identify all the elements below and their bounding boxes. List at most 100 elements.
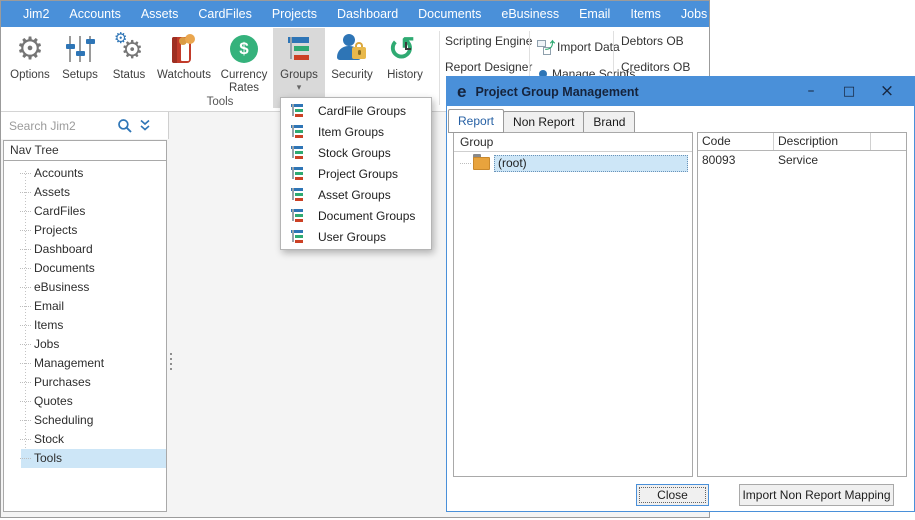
search-bar <box>1 112 169 139</box>
menu-jobs[interactable]: Jobs <box>671 1 717 27</box>
project-group-management-dialog: e Project Group Management – □ × Report … <box>446 76 915 512</box>
menu-ebusiness[interactable]: eBusiness <box>491 1 569 27</box>
clock-undo-icon: ↺ <box>388 29 416 68</box>
watchouts-button[interactable]: Watchouts <box>153 28 215 96</box>
group-panel-header: Group <box>454 133 692 152</box>
nav-item-projects[interactable]: Projects <box>20 221 166 240</box>
column-header-empty <box>871 133 906 150</box>
security-button[interactable]: Security <box>325 28 379 96</box>
menu-documents[interactable]: Documents <box>408 1 491 27</box>
cell-code: 80093 <box>702 153 736 167</box>
tree-icon <box>290 229 305 244</box>
nav-item-quotes[interactable]: Quotes <box>20 392 166 411</box>
nav-tree-list: Accounts Assets CardFiles Projects Dashb… <box>4 161 166 468</box>
report-designer-link[interactable]: Report Designer <box>445 60 532 74</box>
nav-item-tools[interactable]: Tools <box>20 449 166 468</box>
import-pages-icon: ⤴ <box>537 39 555 55</box>
close-window-button[interactable]: × <box>868 77 906 106</box>
nav-tree-header: Nav Tree <box>4 141 166 161</box>
chevron-down-icon: ▾ <box>296 83 302 93</box>
setups-button[interactable]: Setups <box>55 28 105 96</box>
dialog-title: Project Group Management <box>475 84 639 99</box>
folder-icon <box>473 154 490 170</box>
tree-icon <box>290 208 305 223</box>
root-tree-item[interactable]: (root) <box>494 155 688 172</box>
menu-item-stock-groups[interactable]: Stock Groups <box>281 142 431 163</box>
nav-item-ebusiness[interactable]: eBusiness <box>20 278 166 297</box>
menu-item-asset-groups[interactable]: Asset Groups <box>281 184 431 205</box>
nav-item-dashboard[interactable]: Dashboard <box>20 240 166 259</box>
minimize-button[interactable]: – <box>792 77 830 106</box>
tree-row-root[interactable]: (root) <box>454 154 692 172</box>
nav-tree-panel: Nav Tree Accounts Assets CardFiles Proje… <box>3 140 167 512</box>
maximize-button[interactable]: □ <box>830 77 868 106</box>
menu-item-item-groups[interactable]: Item Groups <box>281 121 431 142</box>
nav-item-management[interactable]: Management <box>20 354 166 373</box>
menu-dashboard[interactable]: Dashboard <box>327 1 408 27</box>
nav-item-stock[interactable]: Stock <box>20 430 166 449</box>
currency-rates-button[interactable]: $ Currency Rates <box>215 28 273 96</box>
tree-icon <box>290 166 305 181</box>
nav-item-purchases[interactable]: Purchases <box>20 373 166 392</box>
nav-item-documents[interactable]: Documents <box>20 259 166 278</box>
search-icon[interactable] <box>117 118 133 134</box>
tree-connector <box>460 163 471 164</box>
double-gear-icon: ⚙ ⚙ <box>114 29 144 64</box>
close-button[interactable]: Close <box>636 484 709 506</box>
tree-icon <box>290 145 305 160</box>
scripting-engine-link[interactable]: Scripting Engine <box>445 34 532 48</box>
nav-item-assets[interactable]: Assets <box>20 183 166 202</box>
menu-cardfiles[interactable]: CardFiles <box>188 1 262 27</box>
sliders-icon <box>65 31 95 67</box>
book-icon <box>168 31 200 67</box>
search-input[interactable] <box>9 118 113 133</box>
splitter-handle[interactable] <box>170 353 172 370</box>
groups-dropdown-menu: CardFile Groups Item Groups Stock Groups… <box>280 97 432 250</box>
nav-item-jobs[interactable]: Jobs <box>20 335 166 354</box>
menu-email[interactable]: Email <box>569 1 620 27</box>
table-row[interactable]: 80093 Service <box>698 151 906 169</box>
tab-non-report[interactable]: Non Report <box>503 111 585 133</box>
column-header-code[interactable]: Code <box>698 133 774 150</box>
options-button[interactable]: ⚙ Options <box>5 28 55 96</box>
gear-icon: ⚙ <box>16 31 44 67</box>
nav-item-items[interactable]: Items <box>20 316 166 335</box>
column-header-description[interactable]: Description <box>774 133 871 150</box>
nav-item-accounts[interactable]: Accounts <box>20 164 166 183</box>
tree-icon <box>290 124 305 139</box>
debtors-ob-link[interactable]: Debtors OB <box>621 34 684 48</box>
nav-item-email[interactable]: Email <box>20 297 166 316</box>
nav-item-scheduling[interactable]: Scheduling <box>20 411 166 430</box>
import-non-report-mapping-button[interactable]: Import Non Report Mapping <box>739 484 894 506</box>
menu-jim2[interactable]: Jim2 <box>13 1 59 27</box>
status-button[interactable]: ⚙ ⚙ Status <box>105 28 153 96</box>
table-header: Code Description <box>698 133 906 151</box>
jim2-logo-icon: e <box>457 82 467 101</box>
menu-item-cardfile-groups[interactable]: CardFile Groups <box>281 100 431 121</box>
group-list-panel: Code Description 80093 Service <box>697 132 907 477</box>
menu-projects[interactable]: Projects <box>262 1 327 27</box>
tab-brand[interactable]: Brand <box>583 111 636 133</box>
tree-icon <box>290 103 305 118</box>
menu-items[interactable]: Items <box>620 1 671 27</box>
nav-item-cardfiles[interactable]: CardFiles <box>20 202 166 221</box>
tree-icon <box>290 187 305 202</box>
person-lock-icon <box>335 31 369 67</box>
menu-item-project-groups[interactable]: Project Groups <box>281 163 431 184</box>
ribbon-separator <box>439 31 440 105</box>
menu-item-user-groups[interactable]: User Groups <box>281 226 431 247</box>
menu-assets[interactable]: Assets <box>131 1 189 27</box>
group-tree-panel: Group (root) <box>453 132 693 477</box>
tree-icon <box>286 31 312 67</box>
import-data-link[interactable]: ⤴ Import Data <box>537 39 620 55</box>
menu-accounts[interactable]: Accounts <box>59 1 130 27</box>
dialog-titlebar[interactable]: e Project Group Management – □ × <box>447 77 914 106</box>
dollar-coin-icon: $ <box>230 31 258 67</box>
menu-item-document-groups[interactable]: Document Groups <box>281 205 431 226</box>
tab-report[interactable]: Report <box>448 109 505 133</box>
creditors-ob-link[interactable]: Creditors OB <box>621 60 690 74</box>
history-button[interactable]: ↺ History <box>379 28 431 96</box>
cell-description: Service <box>778 153 819 167</box>
menubar: Jim2 Accounts Assets CardFiles Projects … <box>1 1 709 27</box>
double-chevron-down-icon[interactable] <box>139 119 151 132</box>
